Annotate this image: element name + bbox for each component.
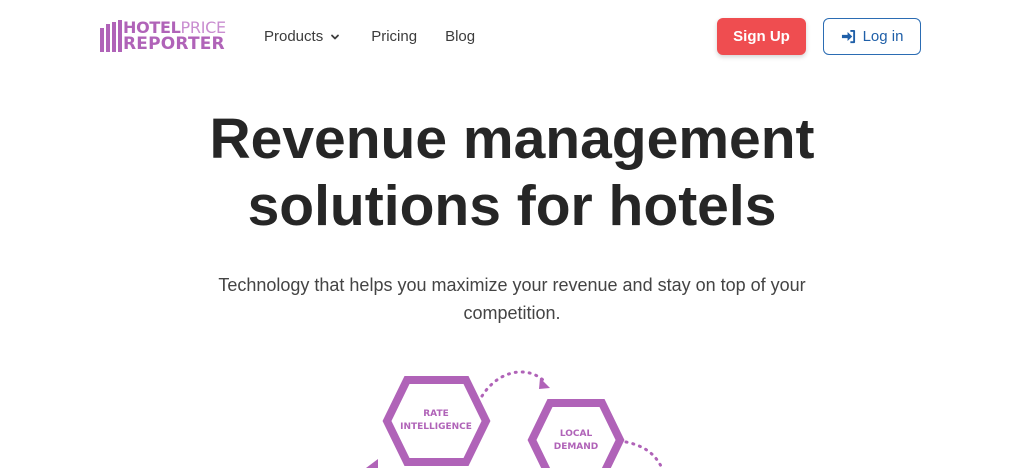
hero-subtitle-line1: Technology that helps you maximize your … xyxy=(218,275,806,295)
logo-bars-icon xyxy=(100,20,122,52)
hero-title-line2: solutions for hotels xyxy=(247,174,777,238)
dotted-arrow-top xyxy=(480,370,547,398)
nav-pricing[interactable]: Pricing xyxy=(371,28,417,45)
brand-logo[interactable]: HOTELPRICE REPORTER xyxy=(100,20,226,54)
chevron-down-icon xyxy=(331,34,340,39)
hex2-line1: LOCAL xyxy=(560,429,593,439)
sign-in-icon xyxy=(841,29,855,44)
login-label: Log in xyxy=(862,28,904,45)
nav-blog[interactable]: Blog xyxy=(445,28,475,45)
hero-title-line1: Revenue management xyxy=(209,107,815,171)
main-nav: Products Pricing Blog xyxy=(264,28,475,45)
hero-subtitle: Technology that helps you maximize your … xyxy=(212,271,812,327)
arrowhead-icon xyxy=(539,378,550,389)
signup-button[interactable]: Sign Up xyxy=(717,18,806,55)
arrowhead-left-icon xyxy=(366,459,378,468)
dotted-arrow-right xyxy=(624,440,664,468)
logo-reporter-text: REPORTER xyxy=(123,34,225,54)
hex-rate-intelligence: RATE INTELLIGENCE xyxy=(382,376,491,466)
hex1-line2: INTELLIGENCE xyxy=(400,422,472,432)
site-header: HOTELPRICE REPORTER Products Pricing Blo… xyxy=(0,0,1024,74)
hex1-line1: RATE xyxy=(423,409,448,419)
nav-products[interactable]: Products xyxy=(264,28,340,45)
nav-products-label: Products xyxy=(264,28,324,45)
login-button[interactable]: Log in xyxy=(823,18,921,55)
hex2-line2: DEMAND xyxy=(554,442,599,452)
revenue-cycle-diagram: RATE INTELLIGENCE LOCAL DEMAND xyxy=(366,370,664,468)
hero-subtitle-line2: competition. xyxy=(463,303,561,323)
hex-local-demand: LOCAL DEMAND xyxy=(527,399,625,468)
logo-wordmark: HOTELPRICE REPORTER xyxy=(123,20,226,54)
hero-title: Revenue management solutions for hotels xyxy=(0,106,1024,240)
